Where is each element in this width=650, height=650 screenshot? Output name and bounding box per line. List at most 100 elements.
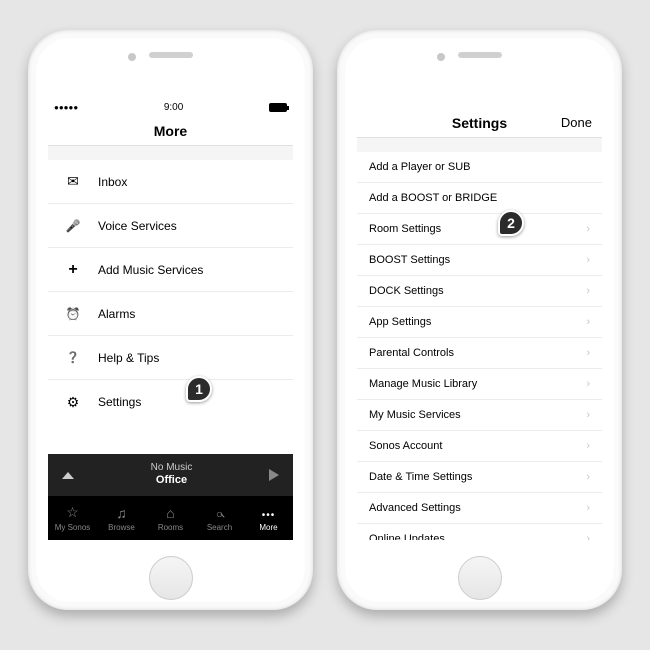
screen-settings: Settings Done Add a Player or SUB Add a B… (357, 98, 602, 540)
tab-more[interactable]: More (244, 496, 293, 540)
row-label: Date & Time Settings (369, 471, 472, 483)
status-bar (357, 98, 602, 108)
row-label: Sonos Account (369, 440, 442, 452)
row-label: Manage Music Library (369, 378, 477, 390)
page-title: More (154, 123, 187, 139)
now-playing-status: No Music (74, 462, 269, 474)
done-button[interactable]: Done (561, 115, 592, 130)
settings-row-boost-settings[interactable]: BOOST Settings › (357, 245, 602, 276)
more-row-inbox[interactable]: Inbox (48, 160, 293, 204)
search-icon (216, 505, 223, 521)
rooms-icon (166, 505, 174, 521)
speaker-slit (149, 52, 193, 58)
more-row-alarms[interactable]: Alarms (48, 292, 293, 336)
chevron-right-icon: › (586, 378, 590, 390)
star-icon (66, 504, 79, 521)
chevron-right-icon: › (586, 409, 590, 421)
settings-row-add-a-player-or-sub[interactable]: Add a Player or SUB (357, 152, 602, 183)
chevron-right-icon: › (586, 502, 590, 514)
step-badge-2: 2 (498, 210, 524, 236)
phone-right: Settings Done Add a Player or SUB Add a B… (337, 30, 622, 610)
chevron-right-icon: › (586, 254, 590, 266)
chevron-up-icon (62, 472, 74, 479)
more-row-settings[interactable]: Settings (48, 380, 293, 424)
camera-dot (128, 53, 136, 61)
help-icon (62, 351, 84, 364)
settings-row-sonos-account[interactable]: Sonos Account › (357, 431, 602, 462)
phone-left: ●●●●● 9:00 More Inbox Voice Services (28, 30, 313, 610)
row-label: Settings (98, 395, 141, 409)
tab-label: More (259, 523, 277, 532)
more-row-add-music-services[interactable]: Add Music Services (48, 248, 293, 292)
now-playing-bar[interactable]: No Music Office (48, 454, 293, 496)
row-label: Voice Services (98, 219, 177, 233)
home-button[interactable] (458, 556, 502, 600)
status-bar: ●●●●● 9:00 (48, 98, 293, 116)
step-badge-1: 1 (186, 376, 212, 402)
page-title: Settings (452, 115, 507, 131)
inbox-icon (62, 173, 84, 190)
tab-search[interactable]: Search (195, 496, 244, 540)
row-label: App Settings (369, 316, 431, 328)
chevron-right-icon: › (586, 471, 590, 483)
chevron-right-icon: › (586, 533, 590, 540)
chevron-right-icon: › (586, 440, 590, 452)
settings-row-online-updates[interactable]: Online Updates › (357, 524, 602, 540)
alarm-icon (62, 307, 84, 321)
more-row-voice-services[interactable]: Voice Services (48, 204, 293, 248)
navbar: Settings Done (357, 108, 602, 138)
settings-row-add-a-boost-or-bridge[interactable]: Add a BOOST or BRIDGE (357, 183, 602, 214)
settings-row-advanced-settings[interactable]: Advanced Settings› (357, 493, 602, 524)
navbar: More (48, 116, 293, 146)
row-label: Add a Player or SUB (369, 161, 471, 173)
tab-bar: My Sonos Browse Rooms Search More (48, 496, 293, 540)
phone-frame: Settings Done Add a Player or SUB Add a B… (345, 38, 614, 602)
chevron-right-icon: › (586, 223, 590, 235)
camera-dot (437, 53, 445, 61)
row-label: DOCK Settings (369, 285, 444, 297)
row-label: Add a BOOST or BRIDGE (369, 192, 497, 204)
tab-rooms[interactable]: Rooms (146, 496, 195, 540)
chevron-right-icon: › (586, 347, 590, 359)
settings-row-manage-music-library[interactable]: Manage Music Library › (357, 369, 602, 400)
speaker-slit (458, 52, 502, 58)
note-icon (116, 505, 127, 521)
more-icon (262, 505, 276, 521)
signal-dots: ●●●●● (54, 103, 78, 112)
phone-frame: ●●●●● 9:00 More Inbox Voice Services (36, 38, 305, 602)
tab-browse[interactable]: Browse (97, 496, 146, 540)
settings-row-my-music-services[interactable]: My Music Services › (357, 400, 602, 431)
list-spacer (48, 146, 293, 160)
now-playing-info: No Music Office (74, 462, 269, 487)
settings-row-room-settings[interactable]: Room Settings › (357, 214, 602, 245)
tab-label: My Sonos (55, 523, 91, 532)
row-label: Online Updates (369, 533, 445, 540)
more-row-help-tips[interactable]: Help & Tips (48, 336, 293, 380)
plus-icon (62, 261, 84, 279)
settings-row-date-time-settings[interactable]: Date & Time Settings › (357, 462, 602, 493)
chevron-right-icon: › (586, 285, 590, 297)
home-button[interactable] (149, 556, 193, 600)
tab-my-sonos[interactable]: My Sonos (48, 496, 97, 540)
now-playing-room: Office (74, 474, 269, 487)
settings-row-app-settings[interactable]: App Settings › (357, 307, 602, 338)
row-label: Room Settings (369, 223, 441, 235)
battery-icon (269, 103, 287, 112)
chevron-right-icon: › (586, 316, 590, 328)
settings-row-parental-controls[interactable]: Parental Controls › (357, 338, 602, 369)
settings-list: Add a Player or SUB Add a BOOST or BRIDGE… (357, 138, 602, 540)
list-spacer (357, 138, 602, 152)
gear-icon (62, 394, 84, 411)
tab-label: Search (207, 523, 232, 532)
row-label: Parental Controls (369, 347, 454, 359)
more-list: Inbox Voice Services Add Music Services … (48, 146, 293, 454)
row-label: My Music Services (369, 409, 461, 421)
row-label: BOOST Settings (369, 254, 450, 266)
mic-icon (62, 219, 84, 233)
row-label: Inbox (98, 175, 127, 189)
tab-label: Browse (108, 523, 135, 532)
tab-label: Rooms (158, 523, 183, 532)
play-icon[interactable] (269, 469, 279, 481)
settings-row-dock-settings[interactable]: DOCK Settings › (357, 276, 602, 307)
row-label: Alarms (98, 307, 135, 321)
